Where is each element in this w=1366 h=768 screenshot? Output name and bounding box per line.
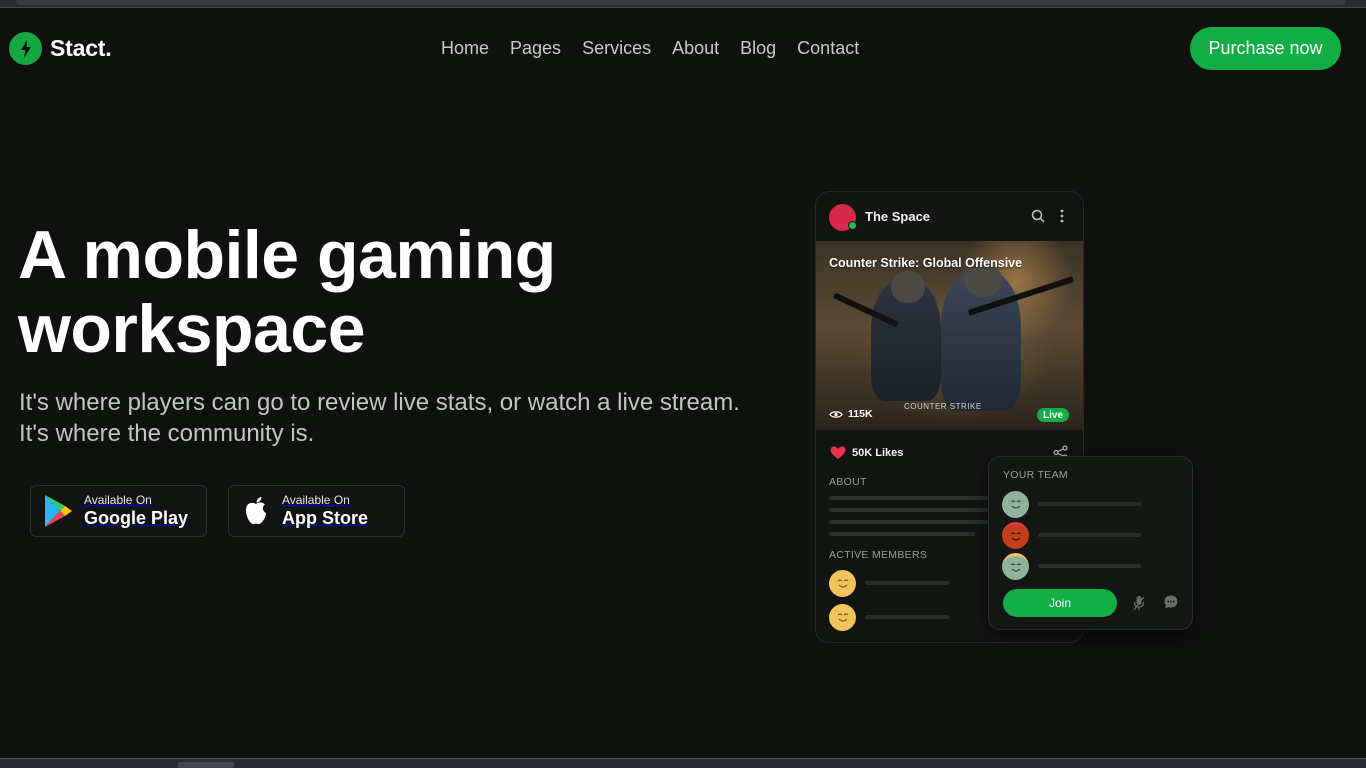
live-badge: Live <box>1037 408 1070 422</box>
heart-icon <box>830 446 846 459</box>
placeholder-line <box>829 496 989 500</box>
google-play-label: Google Play <box>84 508 189 528</box>
browser-bottom-frame <box>0 758 1366 768</box>
join-button[interactable]: Join <box>1003 589 1117 617</box>
member-avatar[interactable] <box>829 604 856 631</box>
game-logo: COUNTER STRIKE <box>904 402 982 411</box>
google-play-small-label: Available On <box>84 493 152 507</box>
team-card: YOUR TEAM Join <box>988 456 1193 630</box>
horizontal-scrollbar-thumb[interactable] <box>178 762 234 768</box>
app-store-small-label: Available On <box>282 493 350 507</box>
active-members-label: ACTIVE MEMBERS <box>829 549 928 561</box>
placeholder-line <box>829 532 975 536</box>
placeholder-line <box>865 615 949 619</box>
eye-icon <box>829 410 843 418</box>
likes[interactable]: 50K Likes <box>830 446 903 460</box>
hero-title: A mobile gaming workspace <box>18 218 718 366</box>
brand-name: Stact. <box>50 35 112 61</box>
nav-home[interactable]: Home <box>441 38 489 59</box>
nav-blog[interactable]: Blog <box>740 38 776 59</box>
hero-subtitle: It's where players can go to review live… <box>19 387 779 449</box>
team-member-avatar[interactable] <box>1002 522 1029 549</box>
google-play-icon <box>42 493 74 529</box>
your-team-label: YOUR TEAM <box>1003 469 1068 481</box>
hero-subtitle-line2: It's where the community is. <box>19 420 315 447</box>
purchase-now-button[interactable]: Purchase now <box>1190 27 1341 70</box>
nav-contact[interactable]: Contact <box>797 38 859 59</box>
chat-icon[interactable] <box>1163 594 1179 615</box>
brand-logo[interactable]: Stact. <box>9 32 112 65</box>
soldier-helmet <box>891 271 925 303</box>
apple-icon <box>240 493 272 529</box>
main-nav: Home Pages Services About Blog Contact <box>441 38 859 59</box>
game-title: Counter Strike: Global Offensive <box>829 256 1023 270</box>
google-play-button[interactable]: Available On Google Play <box>30 485 207 537</box>
member-avatar[interactable] <box>829 570 856 597</box>
likes-count: 50K Likes <box>852 447 904 459</box>
hero-subtitle-line1: It's where players can go to review live… <box>19 389 740 416</box>
placeholder-line <box>829 508 989 512</box>
placeholder-line <box>1038 533 1141 537</box>
hero-title-line2: workspace <box>18 291 366 367</box>
app-store-label: App Store <box>282 508 369 528</box>
space-avatar <box>829 204 857 231</box>
view-count-value: 115K <box>848 408 873 420</box>
browser-top-frame <box>0 0 1366 8</box>
placeholder-line <box>1038 564 1141 568</box>
search-icon[interactable] <box>1031 209 1045 228</box>
placeholder-line <box>865 581 949 585</box>
about-label: ABOUT <box>829 476 867 488</box>
nav-pages[interactable]: Pages <box>510 38 561 59</box>
more-vertical-icon[interactable] <box>1060 209 1064 228</box>
app-store-button[interactable]: Available On App Store <box>228 485 405 537</box>
view-count: 115K <box>829 408 873 420</box>
team-member-avatar[interactable] <box>1002 553 1029 580</box>
nav-services[interactable]: Services <box>582 38 651 59</box>
bolt-icon <box>9 32 42 65</box>
team-member-avatar[interactable] <box>1002 491 1029 518</box>
placeholder-line <box>829 520 989 524</box>
nav-about[interactable]: About <box>672 38 719 59</box>
browser-top-bar <box>16 0 1346 5</box>
placeholder-line <box>1038 502 1141 506</box>
space-name: The Space <box>865 209 931 224</box>
phone-header: The Space <box>816 192 1083 241</box>
hero-title-line1: A mobile gaming <box>18 217 556 293</box>
game-stream-thumbnail[interactable]: Counter Strike: Global Offensive COUNTER… <box>816 241 1083 430</box>
microphone-icon[interactable] <box>1133 595 1145 616</box>
